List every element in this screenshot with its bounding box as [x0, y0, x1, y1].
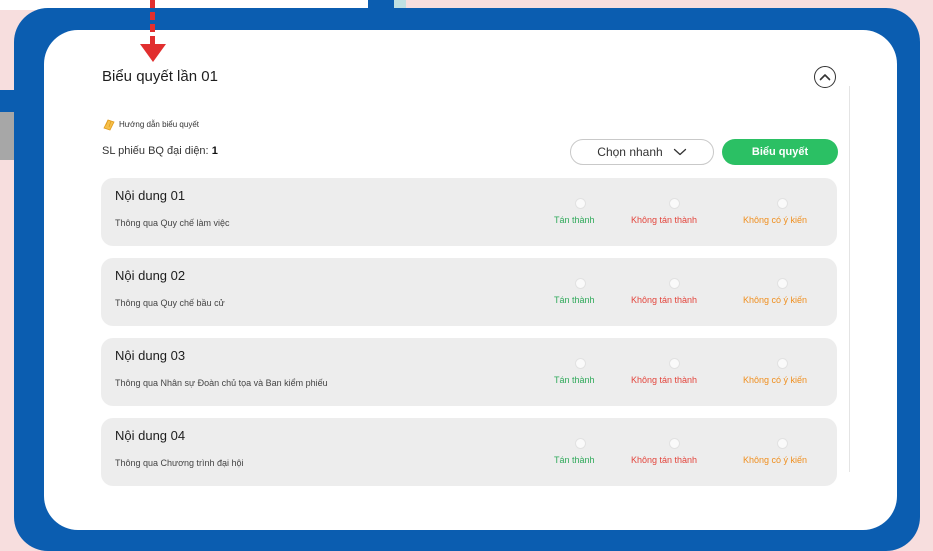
scrollbar-track[interactable]: [849, 86, 850, 472]
quick-select-label: Chọn nhanh: [597, 145, 663, 159]
agree-label: Tán thành: [554, 455, 595, 465]
collapse-button[interactable]: [814, 66, 836, 88]
ballot-count-value: 1: [211, 145, 218, 157]
chevron-down-icon: [673, 148, 686, 156]
agree-radio[interactable]: [575, 358, 586, 369]
no-opinion-label: Không có ý kiến: [743, 375, 808, 385]
vote-item-row: Nội dung 01 Thông qua Quy chế làm việc T…: [101, 178, 837, 246]
no-opinion-radio[interactable]: [777, 438, 788, 449]
disagree-label: Không tán thành: [631, 375, 698, 385]
agree-radio[interactable]: [575, 438, 586, 449]
chevron-up-icon: [819, 74, 831, 81]
vote-item-row: Nội dung 03 Thông qua Nhân sự Đoàn chủ t…: [101, 338, 837, 406]
disagree-label: Không tán thành: [631, 215, 698, 225]
vote-item-row: Nội dung 04 Thông qua Chương trình đại h…: [101, 418, 837, 486]
item-description: Thông qua Nhân sự Đoàn chủ tọa và Ban ki…: [115, 378, 328, 388]
quick-select-dropdown[interactable]: Chọn nhanh: [570, 139, 714, 165]
item-title: Nội dung 04: [115, 428, 186, 443]
pointer-arrow-icon: [140, 44, 166, 62]
disagree-radio[interactable]: [669, 438, 680, 449]
vote-button[interactable]: Biểu quyết: [722, 139, 838, 165]
no-opinion-label: Không có ý kiến: [743, 455, 808, 465]
no-opinion-radio[interactable]: [777, 198, 788, 209]
disagree-radio[interactable]: [669, 278, 680, 289]
item-description: Thông qua Quy chế làm việc: [115, 218, 230, 228]
disagree-label: Không tán thành: [631, 455, 698, 465]
item-title: Nội dung 03: [115, 348, 186, 363]
no-opinion-label: Không có ý kiến: [743, 295, 808, 305]
item-title: Nội dung 02: [115, 268, 186, 283]
item-description: Thông qua Quy chế bầu cử: [115, 298, 225, 308]
guide-icon: [103, 119, 115, 131]
item-description: Thông qua Chương trình đại hội: [115, 458, 244, 468]
item-title: Nội dung 01: [115, 188, 186, 203]
voting-guide-label: Hướng dẫn biểu quyết: [119, 120, 199, 129]
pointer-dashed-line: [150, 0, 155, 44]
no-opinion-label: Không có ý kiến: [743, 215, 808, 225]
voting-guide-link[interactable]: Hướng dẫn biểu quyết: [102, 118, 199, 131]
no-opinion-radio[interactable]: [777, 278, 788, 289]
agree-label: Tán thành: [554, 215, 595, 225]
agree-radio[interactable]: [575, 198, 586, 209]
vote-item-row: Nội dung 02 Thông qua Quy chế bầu cử Tán…: [101, 258, 837, 326]
page-title: Biểu quyết lần 01: [102, 68, 218, 85]
representative-ballot-count: SL phiếu BQ đại diện: 1: [102, 145, 218, 157]
ballot-count-label: SL phiếu BQ đại diện:: [102, 145, 209, 157]
disagree-radio[interactable]: [669, 358, 680, 369]
no-opinion-radio[interactable]: [777, 358, 788, 369]
disagree-radio[interactable]: [669, 198, 680, 209]
disagree-label: Không tán thành: [631, 295, 698, 305]
agree-label: Tán thành: [554, 295, 595, 305]
agree-radio[interactable]: [575, 278, 586, 289]
agree-label: Tán thành: [554, 375, 595, 385]
